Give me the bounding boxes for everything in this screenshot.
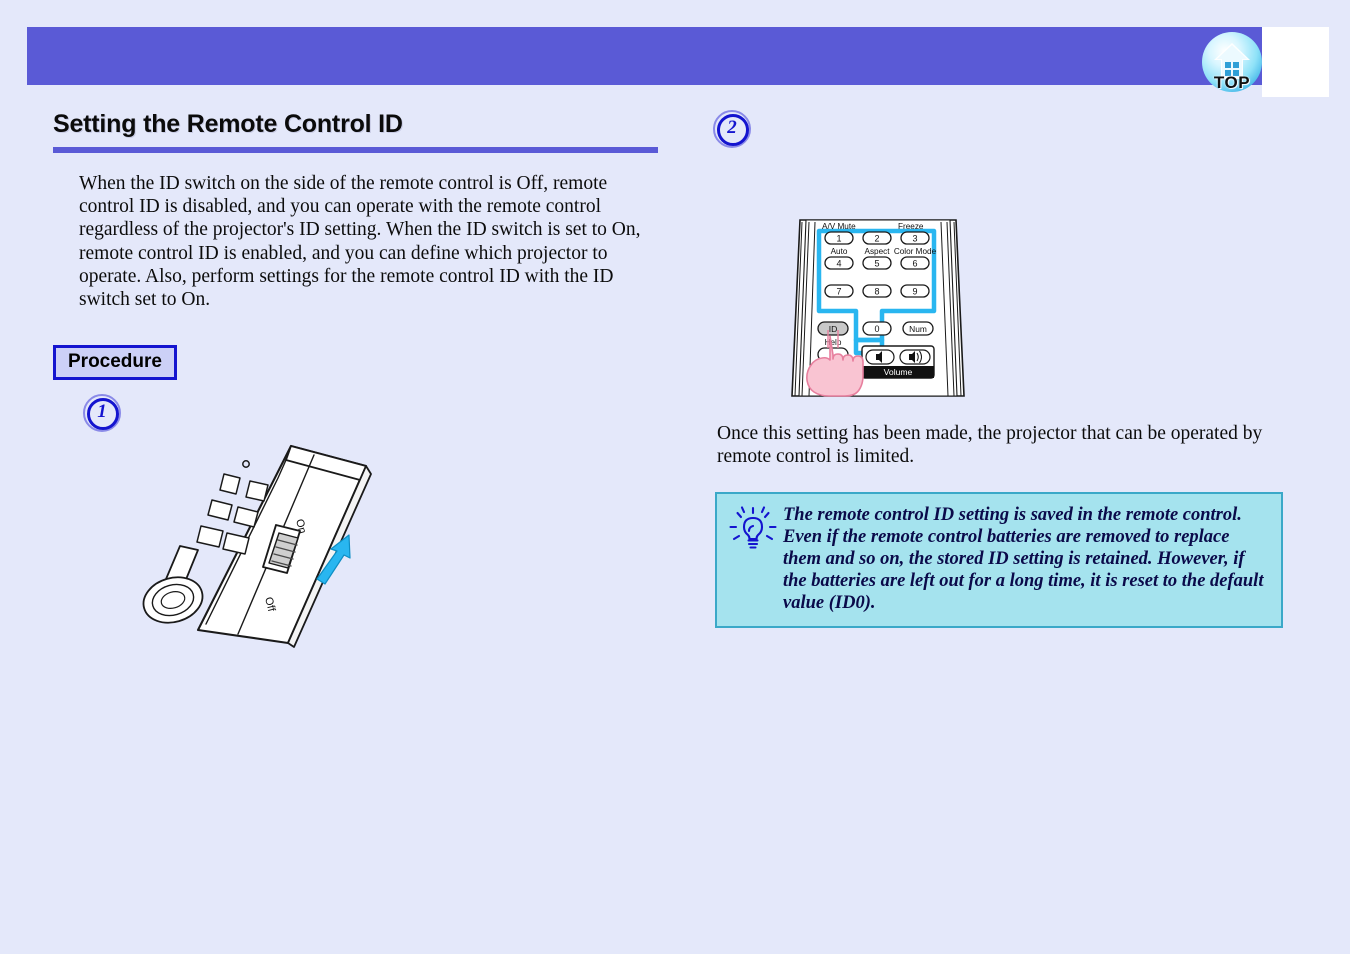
svg-text:Num: Num bbox=[909, 324, 927, 334]
top-button-label: TOP bbox=[1213, 73, 1251, 92]
key-label-color-mode: Color Mode bbox=[894, 247, 937, 256]
left-column: Setting the Remote Control ID When the I… bbox=[53, 110, 683, 653]
key-label-aspect: Aspect bbox=[864, 247, 890, 256]
step-1-number: 1 bbox=[97, 401, 107, 423]
intro-paragraph: When the ID switch on the side of the re… bbox=[79, 173, 641, 311]
step-marker-2: 2 bbox=[713, 110, 751, 148]
keypad-row-2: 4 5 6 bbox=[824, 256, 930, 270]
svg-text:3: 3 bbox=[912, 234, 917, 244]
svg-text:4: 4 bbox=[836, 259, 841, 269]
svg-text:7: 7 bbox=[836, 287, 841, 297]
svg-text:5: 5 bbox=[874, 259, 879, 269]
step-marker-1: 1 bbox=[83, 394, 121, 433]
title-rule bbox=[53, 147, 658, 153]
header-band bbox=[27, 27, 1302, 85]
svg-text:8: 8 bbox=[874, 287, 879, 297]
svg-text:0: 0 bbox=[874, 324, 879, 334]
svg-text:1: 1 bbox=[836, 234, 841, 244]
tip-box: The remote control ID setting is saved i… bbox=[715, 492, 1283, 629]
procedure-badge: Procedure bbox=[53, 345, 177, 381]
figure-remote-side-view: On Off bbox=[53, 438, 683, 653]
page-title: Setting the Remote Control ID bbox=[53, 110, 403, 138]
keypad-row-4: ID 0 Num bbox=[817, 321, 934, 336]
header-white-block bbox=[1262, 27, 1329, 97]
key-label-help: Help bbox=[825, 338, 842, 347]
step-2-number: 2 bbox=[727, 117, 737, 138]
svg-text:ID: ID bbox=[829, 324, 838, 334]
figure-remote-keypad: A/V Mute Freeze 1 2 3 Auto Aspect Color … bbox=[713, 218, 1313, 398]
lightbulb-icon bbox=[729, 506, 777, 549]
top-button[interactable]: TOP bbox=[1201, 32, 1263, 100]
keypad-row-3: 7 8 9 bbox=[824, 284, 930, 298]
svg-text:9: 9 bbox=[912, 287, 917, 297]
right-column: 2 A/V Mute Freeze 1 2 3 Auto Aspect Colo… bbox=[713, 110, 1313, 629]
svg-text:2: 2 bbox=[874, 234, 879, 244]
key-label-volume: Volume bbox=[884, 367, 913, 377]
key-label-freeze: Freeze bbox=[898, 222, 924, 231]
tip-text: The remote control ID setting is saved i… bbox=[783, 505, 1264, 614]
key-label-auto: Auto bbox=[831, 247, 848, 256]
key-label-av-mute: A/V Mute bbox=[822, 222, 856, 231]
svg-text:6: 6 bbox=[912, 259, 917, 269]
keypad-row-1: 1 2 3 bbox=[824, 231, 930, 245]
result-paragraph: Once this setting has been made, the pro… bbox=[717, 423, 1263, 468]
